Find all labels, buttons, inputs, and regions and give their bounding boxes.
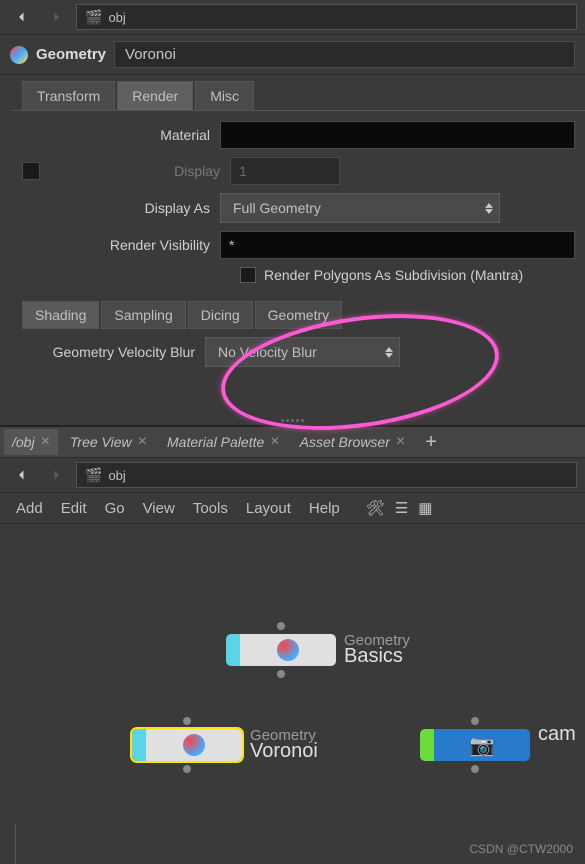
node-voronoi[interactable]: Geometry Voronoi (132, 729, 242, 761)
path-input[interactable]: 🎬 obj (76, 4, 577, 30)
menu-go[interactable]: Go (105, 500, 125, 517)
panel-tab-material-palette[interactable]: Material Palette × (159, 429, 288, 455)
display-as-label: Display As (10, 200, 210, 216)
panel-tab-label: Asset Browser (300, 434, 390, 450)
menu-edit[interactable]: Edit (61, 500, 87, 517)
clapper-icon: 🎬 (85, 467, 102, 484)
nav-back-button[interactable] (8, 5, 36, 29)
camera-icon: 📷 (471, 734, 493, 756)
close-icon[interactable]: × (270, 433, 279, 451)
grid-icon[interactable]: ▦ (418, 499, 432, 517)
panel-tab-asset-browser[interactable]: Asset Browser × (292, 429, 414, 455)
menu-add[interactable]: Add (16, 500, 43, 517)
sub-tab-geometry[interactable]: Geometry (255, 301, 342, 329)
node-input-connector[interactable] (471, 717, 479, 725)
path-text: obj (108, 10, 125, 25)
sub-tab-sampling[interactable]: Sampling (101, 301, 185, 329)
add-tab-button[interactable]: + (417, 431, 445, 454)
display-input[interactable] (230, 157, 340, 185)
tab-render[interactable]: Render (117, 81, 193, 110)
node-name-text: Basics (344, 645, 410, 668)
node-basics[interactable]: Geometry Basics (226, 634, 336, 666)
panel-tab-obj[interactable]: /obj × (4, 429, 58, 455)
node-label: cam (538, 727, 576, 746)
menu-view[interactable]: View (143, 500, 175, 517)
panel-resize-grip[interactable] (0, 415, 585, 425)
display-as-dropdown[interactable]: Full Geometry (220, 193, 500, 223)
node-name-text: cam (538, 723, 576, 746)
velocity-blur-dropdown[interactable]: No Velocity Blur (205, 337, 400, 367)
node-camera[interactable]: 📷 cam (420, 729, 530, 761)
path-text: obj (108, 468, 125, 483)
clapper-icon: 🎬 (85, 9, 102, 26)
nav-back-button[interactable] (8, 463, 36, 487)
list-icon[interactable]: ☰ (395, 499, 408, 517)
sub-tab-dicing[interactable]: Dicing (188, 301, 253, 329)
menu-help[interactable]: Help (309, 500, 340, 517)
sub-tab-shading[interactable]: Shading (22, 301, 99, 329)
close-icon[interactable]: × (41, 433, 50, 451)
nav-forward-button[interactable] (42, 463, 70, 487)
velocity-blur-value: No Velocity Blur (218, 344, 317, 360)
shading-properties: Geometry Velocity Blur No Velocity Blur (0, 329, 585, 415)
display-as-value: Full Geometry (233, 200, 321, 216)
network-view[interactable]: Geometry Basics Geometry Voronoi 📷 (0, 524, 585, 824)
panel-tab-label: /obj (12, 434, 35, 450)
geometry-icon (277, 639, 299, 661)
close-icon[interactable]: × (396, 433, 405, 451)
render-visibility-label: Render Visibility (10, 237, 210, 253)
velocity-blur-label: Geometry Velocity Blur (10, 344, 195, 360)
parameter-header: Geometry Voronoi (0, 35, 585, 75)
menu-layout[interactable]: Layout (246, 500, 291, 517)
geometry-type-icon (10, 46, 28, 64)
geometry-icon (183, 734, 205, 756)
panel-tab-label: Tree View (70, 434, 132, 450)
subdivision-checkbox[interactable] (240, 267, 256, 283)
node-input-connector[interactable] (277, 622, 285, 630)
material-input[interactable] (220, 121, 575, 149)
node-name-input[interactable]: Voronoi (114, 41, 575, 68)
main-tabs: Transform Render Misc (12, 75, 585, 111)
tab-misc[interactable]: Misc (195, 81, 254, 110)
display-label: Display (50, 163, 220, 179)
dropdown-arrows-icon (485, 203, 493, 214)
material-label: Material (10, 127, 210, 143)
node-color-strip (226, 634, 240, 666)
wrench-icon[interactable]: 🛠 (366, 499, 385, 517)
nav-forward-button[interactable] (42, 5, 70, 29)
node-output-connector[interactable] (277, 670, 285, 678)
panel-tab-bar: /obj × Tree View × Material Palette × As… (0, 427, 585, 458)
watermark: CSDN @CTW2000 (469, 842, 573, 856)
node-input-connector[interactable] (183, 717, 191, 725)
node-output-connector[interactable] (471, 765, 479, 773)
network-panel: /obj × Tree View × Material Palette × As… (0, 425, 585, 824)
network-menu-bar: Add Edit Go View Tools Layout Help 🛠 ☰ ▦ (0, 493, 585, 524)
node-label: Geometry Basics (344, 632, 410, 668)
network-path-input[interactable]: 🎬 obj (76, 462, 577, 488)
close-icon[interactable]: × (138, 433, 147, 451)
network-toolbar: 🎬 obj (0, 458, 585, 493)
panel-tab-tree-view[interactable]: Tree View × (62, 429, 155, 455)
render-visibility-input[interactable] (220, 231, 575, 259)
menu-tools[interactable]: Tools (193, 500, 228, 517)
parameter-type-label: Geometry (36, 46, 106, 63)
tab-transform[interactable]: Transform (22, 81, 115, 110)
dropdown-arrows-icon (385, 347, 393, 358)
subdivision-label: Render Polygons As Subdivision (Mantra) (264, 267, 523, 283)
render-sub-tabs: Shading Sampling Dicing Geometry (12, 297, 585, 329)
display-toggle-checkbox[interactable] (22, 162, 40, 180)
render-properties: Material Display Display As Full Geometr… (0, 111, 585, 297)
node-output-connector[interactable] (183, 765, 191, 773)
node-label: Geometry Voronoi (250, 727, 318, 763)
panel-tab-label: Material Palette (167, 434, 264, 450)
node-color-strip (420, 729, 434, 761)
node-name-text: Voronoi (250, 740, 318, 763)
node-color-strip (132, 729, 146, 761)
top-toolbar: 🎬 obj (0, 0, 585, 35)
display-slider[interactable] (348, 168, 575, 174)
